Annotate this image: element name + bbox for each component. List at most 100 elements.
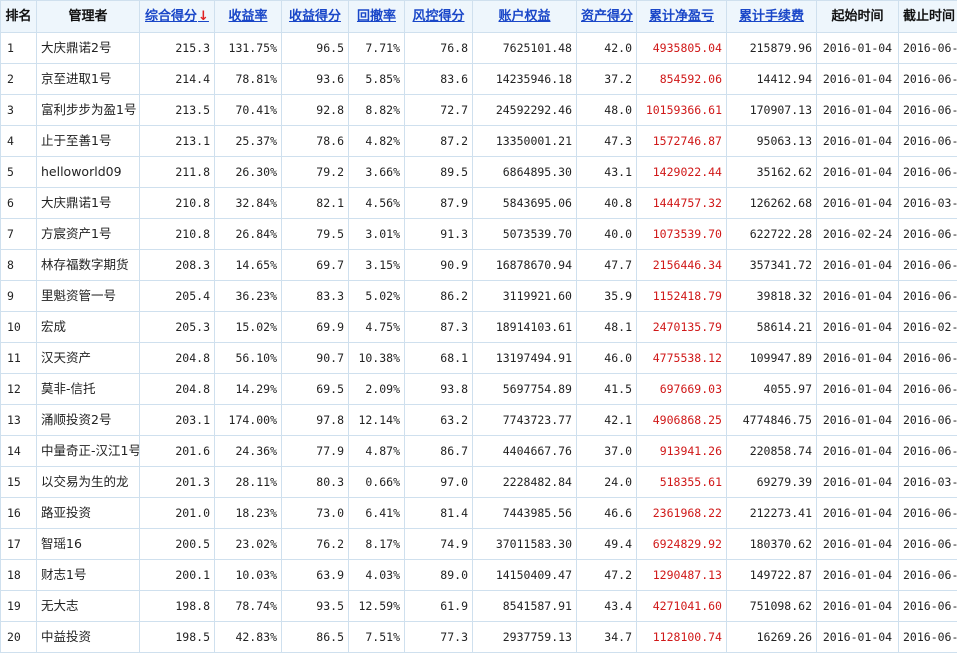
drawdown-cell: 4.56% <box>349 188 405 219</box>
total-score-cell: 210.8 <box>140 219 215 250</box>
equity-cell: 5697754.89 <box>473 374 577 405</box>
return-rate-cell: 174.00% <box>215 405 282 436</box>
end-date-cell: 2016-06-24 <box>899 250 957 281</box>
asset-score-cell: 40.8 <box>577 188 637 219</box>
risk-score-cell: 87.9 <box>405 188 473 219</box>
return-score-cell: 92.8 <box>282 95 349 126</box>
total-score-cell: 203.1 <box>140 405 215 436</box>
return-rate-cell: 23.02% <box>215 529 282 560</box>
col-header-cum-fees[interactable]: 累计手续费 <box>727 1 817 33</box>
start-date-cell: 2016-01-04 <box>817 436 899 467</box>
return-score-cell: 86.5 <box>282 622 349 653</box>
rank-cell: 20 <box>1 622 37 653</box>
cum-net-pnl-cell: 518355.61 <box>637 467 727 498</box>
end-date-cell: 2016-03-09 <box>899 467 957 498</box>
asset-score-cell: 42.1 <box>577 405 637 436</box>
asset-score-cell: 41.5 <box>577 374 637 405</box>
start-date-cell: 2016-01-04 <box>817 343 899 374</box>
rank-cell: 12 <box>1 374 37 405</box>
table-row: 3富利步步为盈1号213.570.41%92.88.82%72.72459229… <box>1 95 957 126</box>
manager-cell: 以交易为生的龙 <box>37 467 140 498</box>
table-row: 17智瑶16200.523.02%76.28.17%74.937011583.3… <box>1 529 957 560</box>
cum-net-pnl-cell: 10159366.61 <box>637 95 727 126</box>
col-header-total-score[interactable]: 综合得分↓ <box>140 1 215 33</box>
end-date-cell: 2016-06-24 <box>899 374 957 405</box>
equity-cell: 18914103.61 <box>473 312 577 343</box>
col-header-equity[interactable]: 账户权益 <box>473 1 577 33</box>
total-score-cell: 208.3 <box>140 250 215 281</box>
manager-cell: helloworld09 <box>37 157 140 188</box>
end-date-cell: 2016-06-24 <box>899 560 957 591</box>
risk-score-cell: 72.7 <box>405 95 473 126</box>
risk-score-cell: 77.3 <box>405 622 473 653</box>
drawdown-cell: 12.14% <box>349 405 405 436</box>
total-score-cell: 198.8 <box>140 591 215 622</box>
col-header-cum-net-pnl[interactable]: 累计净盈亏 <box>637 1 727 33</box>
equity-cell: 5843695.06 <box>473 188 577 219</box>
risk-score-cell: 89.5 <box>405 157 473 188</box>
return-score-cell: 77.9 <box>282 436 349 467</box>
col-header-return-score[interactable]: 收益得分 <box>282 1 349 33</box>
return-score-cell: 80.3 <box>282 467 349 498</box>
risk-score-cell: 76.8 <box>405 33 473 64</box>
return-score-cell: 78.6 <box>282 126 349 157</box>
manager-cell: 汉天资产 <box>37 343 140 374</box>
return-score-cell: 93.6 <box>282 64 349 95</box>
return-rate-cell: 131.75% <box>215 33 282 64</box>
col-header-total-score-label: 综合得分 <box>145 9 197 24</box>
rank-cell: 9 <box>1 281 37 312</box>
table-row: 9里魁资管一号205.436.23%83.35.02%86.23119921.6… <box>1 281 957 312</box>
cum-fees-cell: 69279.39 <box>727 467 817 498</box>
risk-score-cell: 74.9 <box>405 529 473 560</box>
start-date-cell: 2016-01-04 <box>817 33 899 64</box>
cum-net-pnl-cell: 1572746.87 <box>637 126 727 157</box>
asset-score-cell: 46.6 <box>577 498 637 529</box>
return-rate-cell: 14.65% <box>215 250 282 281</box>
equity-cell: 3119921.60 <box>473 281 577 312</box>
return-rate-cell: 70.41% <box>215 95 282 126</box>
risk-score-cell: 61.9 <box>405 591 473 622</box>
start-date-cell: 2016-01-04 <box>817 157 899 188</box>
equity-cell: 6864895.30 <box>473 157 577 188</box>
col-header-return-rate[interactable]: 收益率 <box>215 1 282 33</box>
drawdown-cell: 6.41% <box>349 498 405 529</box>
equity-cell: 13197494.91 <box>473 343 577 374</box>
table-row: 10宏成205.315.02%69.94.75%87.318914103.614… <box>1 312 957 343</box>
total-score-cell: 213.1 <box>140 126 215 157</box>
ranking-table: 排名 管理者 综合得分↓ 收益率 收益得分 回撤率 风控得分 账户权益 资产得分… <box>0 0 957 653</box>
cum-fees-cell: 126262.68 <box>727 188 817 219</box>
return-score-cell: 73.0 <box>282 498 349 529</box>
return-score-cell: 63.9 <box>282 560 349 591</box>
table-row: 18财志1号200.110.03%63.94.03%89.014150409.4… <box>1 560 957 591</box>
drawdown-cell: 8.82% <box>349 95 405 126</box>
table-row: 6大庆鼎诺1号210.832.84%82.14.56%87.95843695.0… <box>1 188 957 219</box>
start-date-cell: 2016-01-04 <box>817 374 899 405</box>
equity-cell: 13350001.21 <box>473 126 577 157</box>
equity-cell: 24592292.46 <box>473 95 577 126</box>
rank-cell: 14 <box>1 436 37 467</box>
manager-cell: 林存福数字期货 <box>37 250 140 281</box>
asset-score-cell: 24.0 <box>577 467 637 498</box>
asset-score-cell: 42.0 <box>577 33 637 64</box>
col-header-risk-score[interactable]: 风控得分 <box>405 1 473 33</box>
asset-score-cell: 37.0 <box>577 436 637 467</box>
return-score-cell: 69.9 <box>282 312 349 343</box>
total-score-cell: 200.5 <box>140 529 215 560</box>
cum-net-pnl-cell: 4935805.04 <box>637 33 727 64</box>
start-date-cell: 2016-01-04 <box>817 622 899 653</box>
col-header-asset-score[interactable]: 资产得分 <box>577 1 637 33</box>
table-row: 12莫非-信托204.814.29%69.52.09%93.85697754.8… <box>1 374 957 405</box>
asset-score-cell: 35.9 <box>577 281 637 312</box>
drawdown-cell: 5.85% <box>349 64 405 95</box>
col-header-manager: 管理者 <box>37 1 140 33</box>
cum-net-pnl-cell: 6924829.92 <box>637 529 727 560</box>
total-score-cell: 215.3 <box>140 33 215 64</box>
risk-score-cell: 97.0 <box>405 467 473 498</box>
rank-cell: 19 <box>1 591 37 622</box>
rank-cell: 5 <box>1 157 37 188</box>
start-date-cell: 2016-01-04 <box>817 64 899 95</box>
cum-fees-cell: 4774846.75 <box>727 405 817 436</box>
col-header-drawdown[interactable]: 回撤率 <box>349 1 405 33</box>
asset-score-cell: 34.7 <box>577 622 637 653</box>
total-score-cell: 204.8 <box>140 374 215 405</box>
